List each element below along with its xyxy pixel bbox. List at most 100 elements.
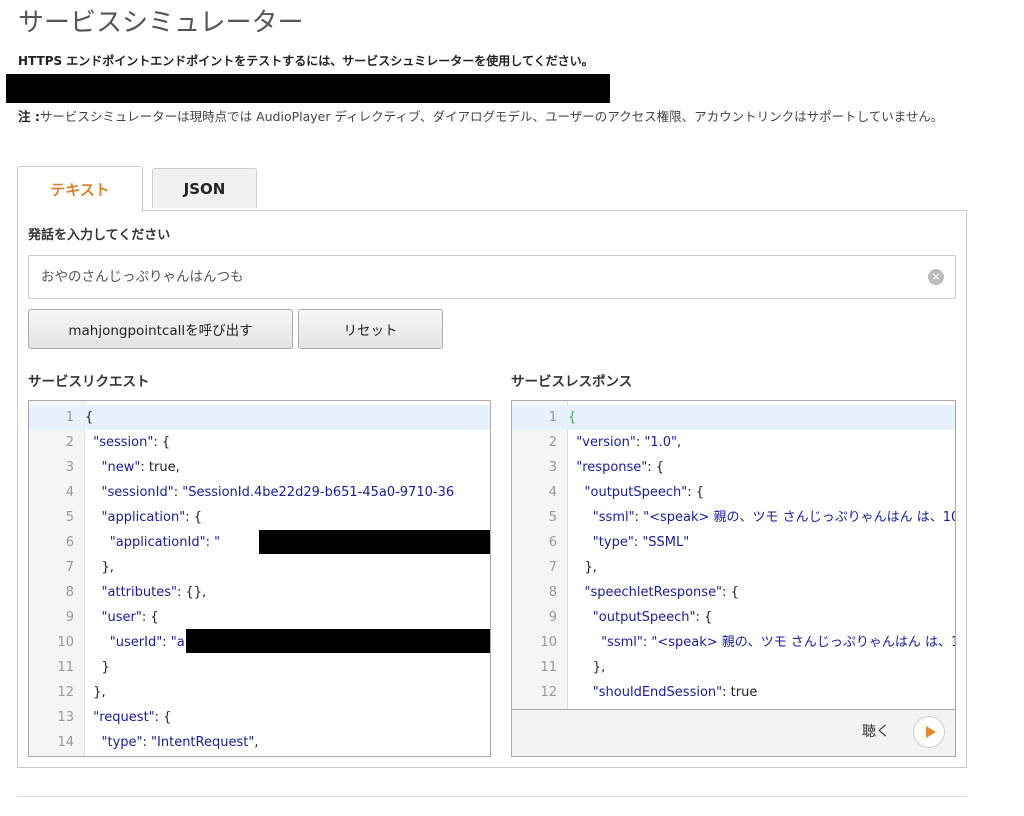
code-line: 3 "response": { [512,455,955,480]
code-line: 8 "attributes": {}, [29,580,490,605]
line-text: "outputSpeech": { [592,610,713,625]
invoke-button[interactable]: mahjongpointcallを呼び出す [28,309,293,349]
line-number: 9 [548,610,557,625]
line-text: "user": { [101,610,159,625]
line-number: 4 [548,485,557,500]
line-text: "speechletResponse": { [584,585,739,600]
line-number: 8 [65,585,74,600]
line-text: "type": "SSML" [592,535,690,550]
line-text: }, [85,560,114,575]
code-line: 11 }, [512,655,955,680]
response-editor[interactable]: 1{2 "version": "1.0", 3 "response": {4 "o… [511,400,956,710]
line-text: } [85,660,110,675]
request-label: サービスリクエスト [28,374,150,390]
listen-label: 聴く [862,724,890,740]
code-line: 12 }, [29,680,490,705]
line-number: 1 [548,410,557,425]
code-line: 1{ [29,405,490,430]
code-line: 5 "application": { [29,505,490,530]
code-line: 6 "type": "SSML" [512,530,955,555]
line-text: }, [568,560,597,575]
line-number: 3 [65,460,74,475]
line-number: 6 [65,535,74,550]
line-text: { [568,410,577,425]
request-code: 1{2 "session": {3 "new": true, 4 "session… [29,405,490,755]
note-text: サービスシミュレーターは現時点では AudioPlayer ディレクティブ、ダイ… [39,109,944,124]
line-text: "userId": "a [109,635,185,650]
code-line: 11 } [29,655,490,680]
line-text: "type": "IntentRequest", [101,735,259,750]
line-text: "session": { [93,435,171,450]
reset-button[interactable]: リセット [298,309,443,349]
line-text: "attributes": {}, [101,585,207,600]
code-line: 12 "shouldEndSession": true [512,680,955,705]
code-line: 1{ [512,405,955,430]
code-line: 4 "sessionId": "SessionId.4be22d29-b651-… [29,480,490,505]
line-text: "sessionId": "SessionId.4be22d29-b651-45… [101,485,455,500]
line-text: "outputSpeech": { [584,485,705,500]
divider [17,796,967,797]
line-number: 11 [57,660,74,675]
line-number: 5 [548,510,557,525]
line-number: 3 [548,460,557,475]
code-line: 8 "speechletResponse": { [512,580,955,605]
line-text: "new": true, [101,460,180,475]
code-line: 7 }, [512,555,955,580]
code-line: 4 "outputSpeech": { [512,480,955,505]
line-number: 11 [540,660,557,675]
code-line: 7 }, [29,555,490,580]
page-title: サービスシミュレーター [18,8,304,38]
line-text: "ssml": "<speak> 親の、ツモ さんじっぷりゃんはん は、10( [592,510,956,525]
line-number: 1 [65,410,74,425]
note-label: 注 : [18,109,40,124]
code-line: 5 "ssml": "<speak> 親の、ツモ さんじっぷりゃんはん は、10… [512,505,955,530]
line-text: { [85,410,94,425]
tab-text[interactable]: テキスト [17,166,143,212]
line-text: "request": { [93,710,172,725]
tab-json[interactable]: JSON [152,168,257,208]
line-number: 12 [57,685,74,700]
line-number: 2 [548,435,557,450]
redacted-user-id [186,629,490,653]
line-text: "ssml": "<speak> 親の、ツモ さんじっぷりゃんはん は、1( [601,635,956,650]
page-subtitle: HTTPS エンドポイントエンドポイントをテストするには、サービスシュミレーター… [18,54,594,68]
redacted-application-id [259,530,490,554]
response-label: サービスレスポンス [511,374,633,390]
code-line: 3 "new": true, [29,455,490,480]
line-number: 7 [65,560,74,575]
line-text: "applicationId": " [109,535,221,550]
code-line: 10 "ssml": "<speak> 親の、ツモ さんじっぷりゃんはん は、1… [512,630,955,655]
code-line: 2 "session": { [29,430,490,455]
note: 注 :サービスシミュレーターは現時点では AudioPlayer ディレクティブ… [18,106,973,127]
line-text: "shouldEndSession": true [592,685,758,700]
line-text: "response": { [576,460,665,475]
code-line: 9 "user": { [29,605,490,630]
line-number: 7 [548,560,557,575]
line-text: }, [568,660,606,675]
line-number: 13 [57,710,74,725]
line-number: 12 [540,685,557,700]
redacted-endpoint [6,74,610,103]
line-text: "application": { [101,510,202,525]
response-code: 1{2 "version": "1.0", 3 "response": {4 "o… [512,405,955,705]
clear-icon[interactable]: × [928,269,944,285]
utterance-input[interactable]: おやのさんじっぷりゃんはんつも [28,255,956,299]
code-line: 9 "outputSpeech": { [512,605,955,630]
utterance-label: 発話を入力してください [28,228,171,243]
line-number: 4 [65,485,74,500]
line-number: 10 [57,635,74,650]
code-line: 14 "type": "IntentRequest", [29,730,490,755]
line-number: 6 [548,535,557,550]
line-number: 10 [540,635,557,650]
play-icon [925,726,936,738]
line-number: 2 [65,435,74,450]
request-editor[interactable]: 1{2 "session": {3 "new": true, 4 "session… [28,400,491,757]
line-number: 5 [65,510,74,525]
line-text: }, [85,685,106,700]
line-text: "version": "1.0", [576,435,682,450]
code-line: 13 "request": { [29,705,490,730]
code-line: 2 "version": "1.0", [512,430,955,455]
line-number: 14 [57,735,74,750]
line-number: 8 [548,585,557,600]
play-button[interactable] [913,716,945,748]
